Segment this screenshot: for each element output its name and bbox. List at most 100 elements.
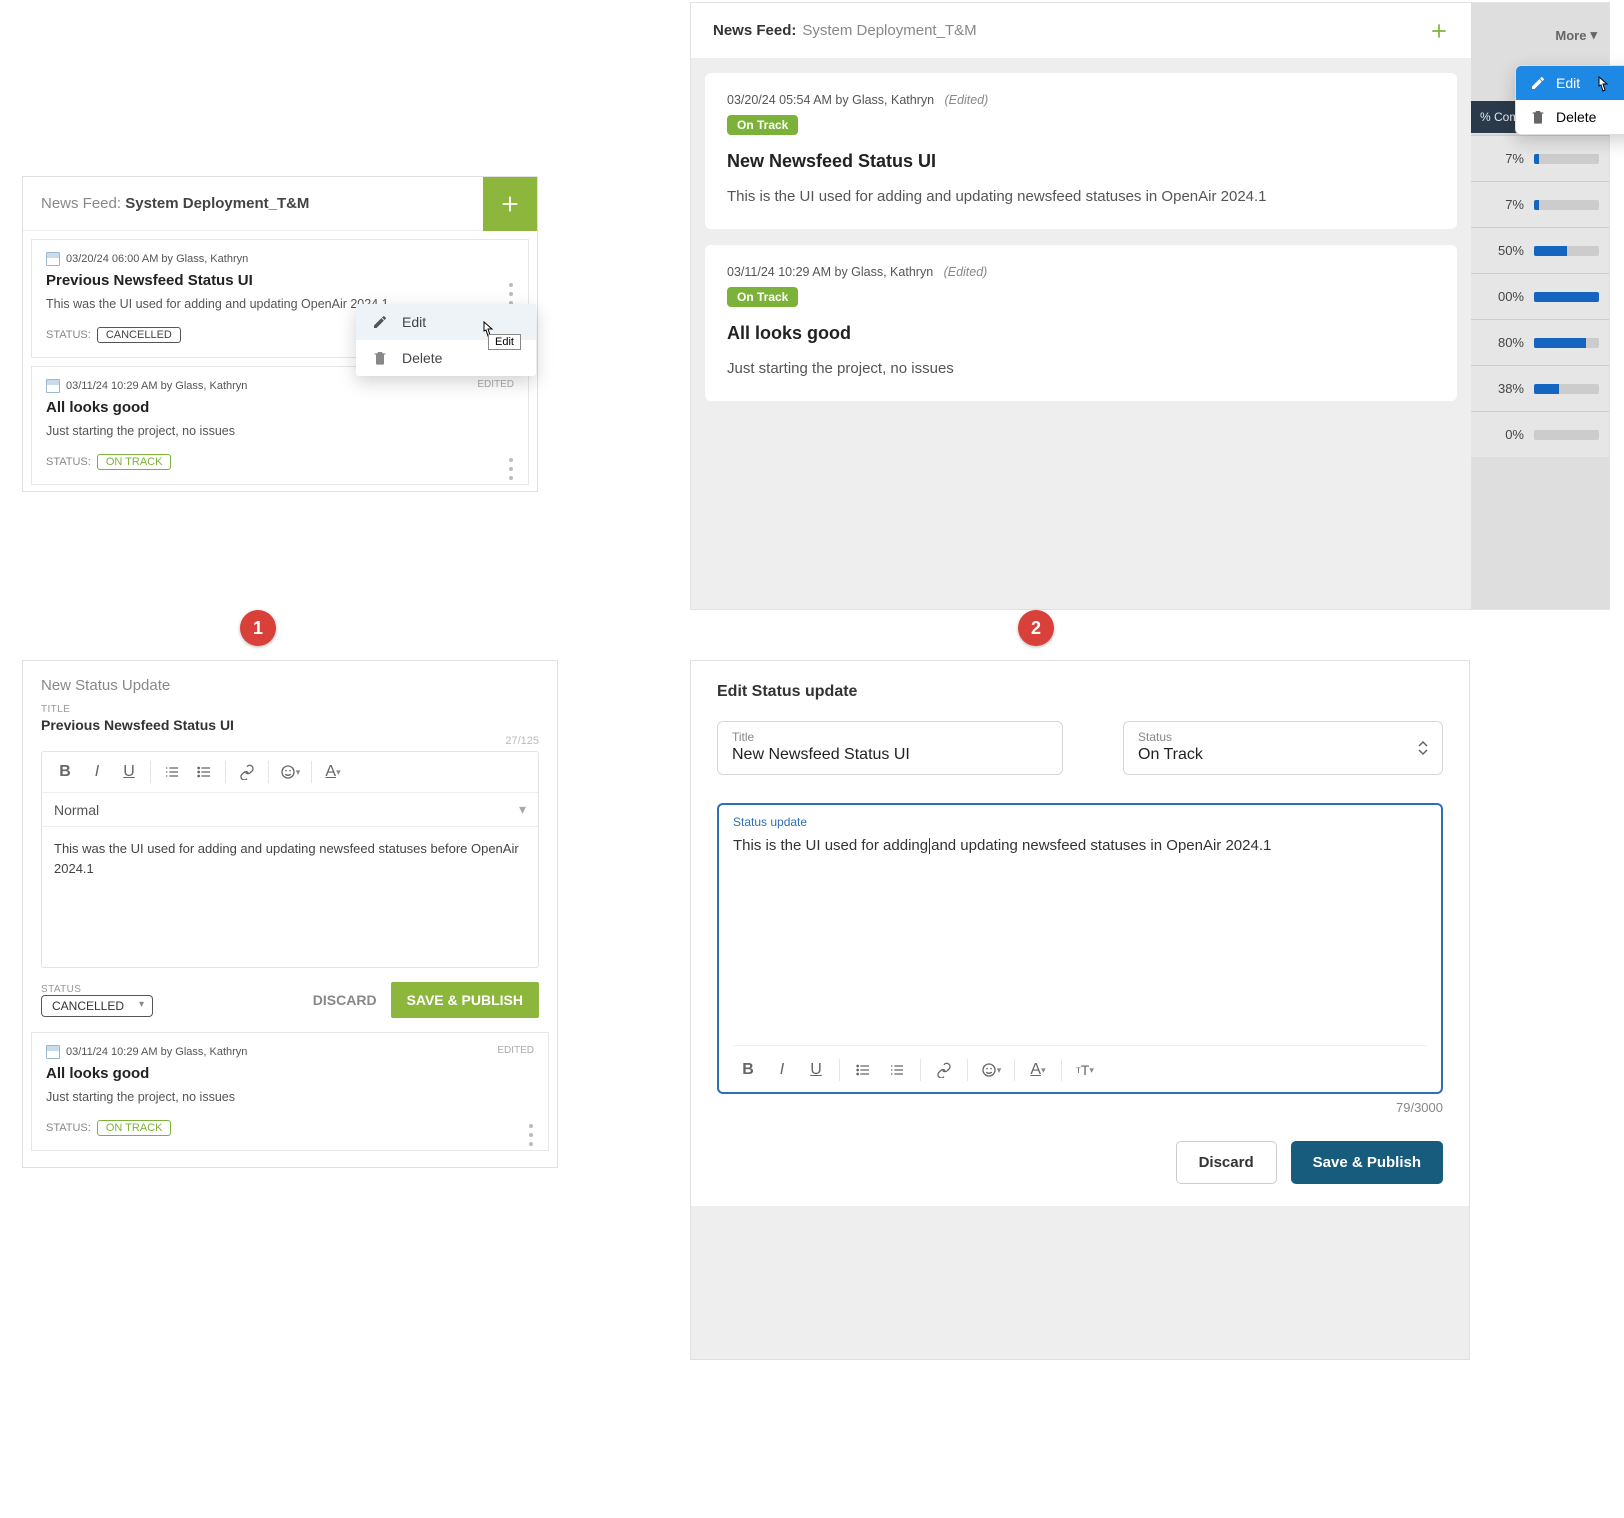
editor-body[interactable]: This was the UI used for adding and upda… [42, 827, 538, 967]
callout-badge-1: 1 [240, 610, 276, 646]
menu-delete-label: Delete [1556, 109, 1596, 125]
link-button[interactable] [232, 758, 262, 786]
calendar-icon [46, 379, 60, 393]
link-button[interactable] [929, 1056, 959, 1084]
emoji-button[interactable]: ▾ [976, 1056, 1006, 1084]
pct-value: 00% [1480, 289, 1524, 304]
textcolor-button[interactable]: A▾ [1023, 1056, 1053, 1084]
status-select[interactable]: Status On Track [1123, 721, 1443, 775]
title-label: TITLE [41, 704, 539, 715]
status-value: On Track [1138, 746, 1428, 764]
form-footer: STATUS CANCELLED DISCARD SAVE & PUBLISH [41, 968, 539, 1032]
add-status-button[interactable] [1429, 21, 1449, 41]
card-meta-text: 03/11/24 10:29 AM by Glass, Kathryn [66, 1046, 247, 1058]
new-feed-panel: More ▾ % Complete 7% 7% 50% 00% [690, 2, 1610, 610]
card-body: Just starting the project, no issues [727, 360, 1435, 377]
link-icon [936, 1062, 952, 1078]
card-meta: 03/20/24 05:54 AM by Glass, Kathryn (Edi… [727, 93, 1435, 107]
card-title: New Newsfeed Status UI [727, 151, 1435, 172]
char-count: 27/125 [41, 735, 539, 747]
old-edit-panel: New Status Update TITLE Previous Newsfee… [22, 660, 558, 1168]
status-pill-cancelled: CANCELLED [97, 327, 181, 343]
ordered-list-button[interactable] [882, 1056, 912, 1084]
ordered-list-icon [164, 764, 180, 780]
menu-delete[interactable]: Delete [1516, 100, 1624, 134]
smiley-icon [280, 764, 296, 780]
card-menu-kebab[interactable] [504, 455, 518, 483]
card-meta-text: 03/20/24 05:54 AM by Glass, Kathryn [727, 93, 934, 107]
rich-text-editor: B I U ▾ [41, 751, 539, 968]
status-label: STATUS: [46, 1122, 91, 1134]
textsize-button[interactable]: тT▾ [1070, 1056, 1100, 1084]
underline-button[interactable]: U [114, 758, 144, 786]
edited-badge: (Edited) [944, 265, 988, 279]
status-pill-ontrack: ON TRACK [97, 454, 172, 470]
card-menu-kebab[interactable] [524, 1121, 538, 1149]
callout-badge-label: 2 [1031, 618, 1041, 639]
save-publish-button[interactable]: Save & Publish [1291, 1141, 1443, 1184]
table-row: 0% [1470, 411, 1609, 457]
calendar-icon [46, 252, 60, 266]
bold-button[interactable]: B [50, 758, 80, 786]
pencil-icon [1530, 75, 1546, 91]
project-name: System Deployment_T&M [802, 22, 976, 39]
char-count: 79/3000 [717, 1100, 1443, 1115]
status-label: STATUS: [46, 329, 91, 341]
card-meta: 03/11/24 10:29 AM by Glass, Kathryn (Edi… [727, 265, 1435, 279]
feed-header: News Feed: System Deployment_T&M [691, 3, 1471, 59]
old-feed-panel: News Feed: System Deployment_T&M 03/20/2… [22, 176, 538, 492]
title-label: Title [732, 730, 1048, 744]
textcolor-button[interactable]: A ▾ [318, 758, 348, 786]
unordered-list-button[interactable] [848, 1056, 878, 1084]
card-meta-text: 03/20/24 06:00 AM by Glass, Kathryn [66, 253, 248, 265]
title-input[interactable]: Title New Newsfeed Status UI [717, 721, 1063, 775]
feed-scroll[interactable]: 03/20/24 05:54 AM by Glass, Kathryn (Edi… [691, 59, 1471, 609]
card-meta: 03/11/24 10:29 AM by Glass, Kathryn [46, 1045, 534, 1059]
body-before-caret: This is the UI used for adding [733, 837, 928, 854]
title-input[interactable]: Previous Newsfeed Status UI [41, 717, 539, 733]
format-dropdown[interactable]: Normal ▾ [42, 793, 538, 827]
status-update-editor[interactable]: Status update This is the UI used for ad… [717, 803, 1443, 1094]
menu-delete-label: Delete [402, 350, 442, 366]
more-dropdown[interactable]: More ▾ [1555, 27, 1597, 43]
save-publish-button[interactable]: SAVE & PUBLISH [391, 982, 539, 1018]
edited-badge: (Edited) [945, 93, 989, 107]
table-row: 38% [1470, 365, 1609, 411]
italic-button[interactable]: I [767, 1056, 797, 1084]
status-select[interactable]: CANCELLED [41, 995, 153, 1017]
emoji-button[interactable]: ▾ [275, 758, 305, 786]
title-value: New Newsfeed Status UI [732, 746, 1048, 764]
pct-rows: 7% 7% 50% 00% 80% 38% [1470, 135, 1609, 457]
discard-button[interactable]: DISCARD [299, 982, 391, 1018]
table-row: 7% [1470, 181, 1609, 227]
status-update-body[interactable]: This is the UI used for addingand updati… [733, 835, 1427, 1035]
status-label: STATUS: [46, 456, 91, 468]
pct-value: 38% [1480, 381, 1524, 396]
link-icon [239, 764, 255, 780]
ordered-list-button[interactable] [157, 758, 187, 786]
bold-button[interactable]: B [733, 1056, 763, 1084]
underline-button[interactable]: U [801, 1056, 831, 1084]
card-meta: 03/20/24 06:00 AM by Glass, Kathryn [46, 252, 514, 266]
card-meta-text: 03/11/24 10:29 AM by Glass, Kathryn [727, 265, 933, 279]
pencil-icon [372, 314, 388, 330]
unordered-list-button[interactable] [189, 758, 219, 786]
project-name: System Deployment_T&M [125, 195, 309, 212]
more-label: More [1555, 28, 1586, 43]
feed-card: EDITED 03/11/24 10:29 AM by Glass, Kathr… [31, 1032, 549, 1151]
plus-icon [499, 193, 521, 215]
menu-edit-label: Edit [402, 314, 426, 330]
card-body: This is the UI used for adding and updat… [727, 188, 1435, 205]
card-meta-text: 03/11/24 10:29 AM by Glass, Kathryn [66, 380, 247, 392]
menu-edit[interactable]: Edit [1516, 66, 1624, 100]
discard-button[interactable]: Discard [1176, 1141, 1277, 1184]
card-body: Just starting the project, no issues [46, 422, 514, 440]
add-status-button[interactable] [483, 177, 537, 231]
edited-badge: EDITED [497, 1045, 534, 1056]
trash-icon [1530, 109, 1546, 125]
caret-down-icon: ▾ [519, 801, 526, 818]
table-row: 80% [1470, 319, 1609, 365]
italic-button[interactable]: I [82, 758, 112, 786]
status-update-label: Status update [733, 815, 1427, 829]
form-footer: Discard Save & Publish [717, 1141, 1443, 1184]
